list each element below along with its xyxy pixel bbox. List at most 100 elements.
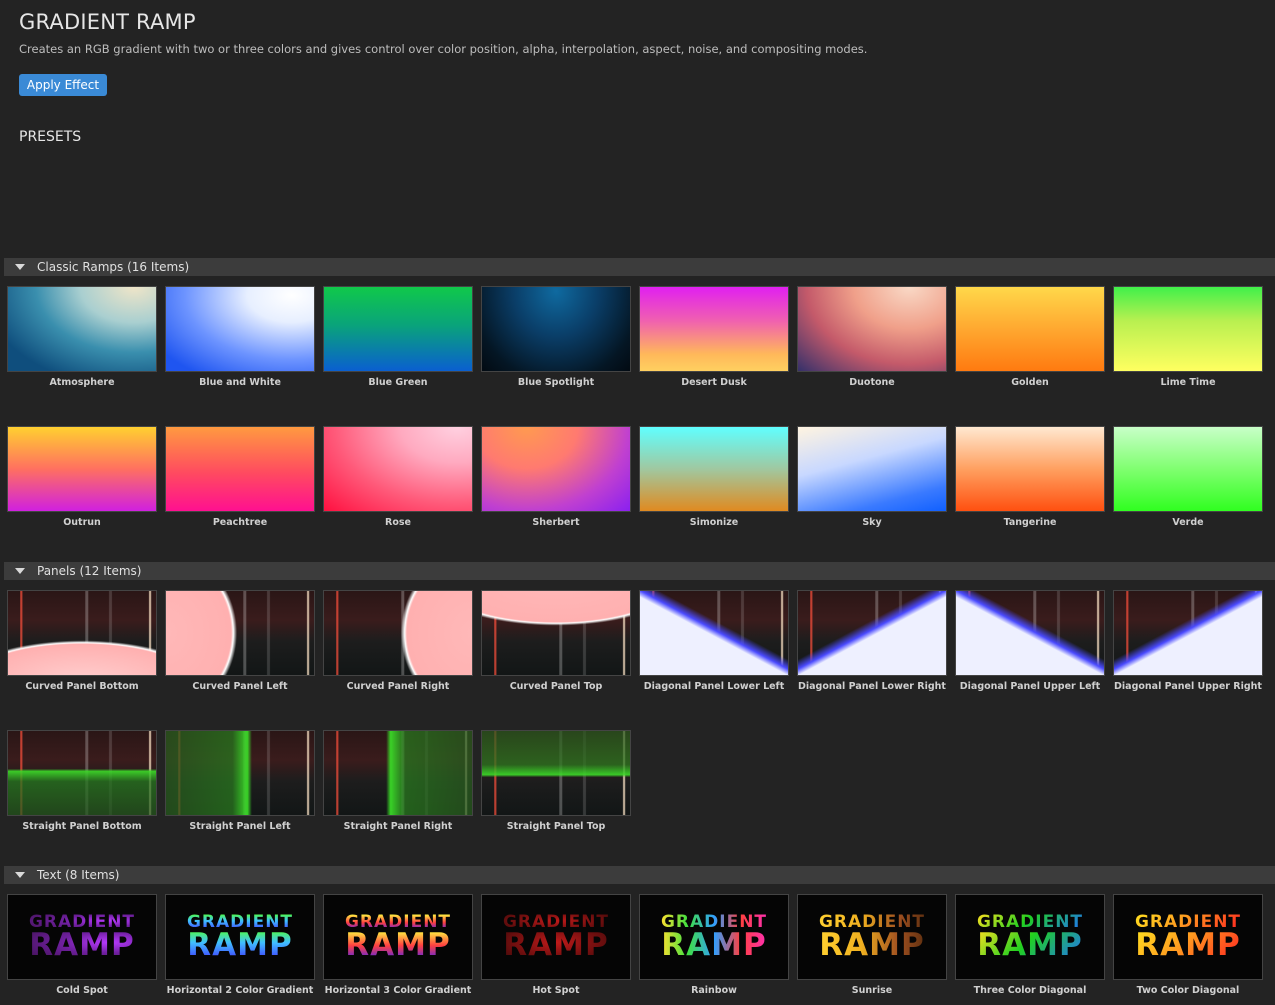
preset-thumbnail[interactable]	[165, 426, 315, 512]
preset-thumbnail[interactable]	[797, 426, 947, 512]
preset-caption: Three Color Diagonal	[973, 985, 1087, 996]
preset-thumbnail[interactable]	[1113, 286, 1263, 372]
preset-tile[interactable]: Simonize	[639, 426, 789, 528]
gradient-text-preview: GRADIENT RAMP	[166, 895, 314, 979]
preset-tile[interactable]: Rose	[323, 426, 473, 528]
preset-tile[interactable]: GRADIENT RAMP Sunrise	[797, 894, 947, 996]
preset-tile[interactable]: Blue Green	[323, 286, 473, 388]
preset-thumbnail[interactable]	[7, 426, 157, 512]
preset-tile[interactable]: Straight Panel Left	[165, 730, 315, 832]
preset-caption: Golden	[1011, 377, 1049, 388]
preset-thumbnail[interactable]	[481, 426, 631, 512]
preset-thumbnail[interactable]	[1113, 590, 1263, 676]
preset-caption: Hot Spot	[532, 985, 580, 996]
preset-tile[interactable]: Curved Panel Right	[323, 590, 473, 692]
preset-thumbnail[interactable]: GRADIENT RAMP	[165, 894, 315, 980]
preset-thumbnail[interactable]	[7, 730, 157, 816]
preset-caption: Diagonal Panel Upper Left	[959, 681, 1101, 692]
collapse-arrow-icon[interactable]	[15, 872, 25, 878]
preset-thumbnail[interactable]	[7, 590, 157, 676]
preset-thumbnail[interactable]	[797, 590, 947, 676]
preset-thumbnail[interactable]	[165, 730, 315, 816]
preset-tile[interactable]: Curved Panel Left	[165, 590, 315, 692]
preset-thumbnail[interactable]	[797, 286, 947, 372]
preset-thumbnail[interactable]	[955, 590, 1105, 676]
preset-thumbnail[interactable]: GRADIENT RAMP	[481, 894, 631, 980]
preset-tile[interactable]: Tangerine	[955, 426, 1105, 528]
preset-thumbnail[interactable]: GRADIENT RAMP	[7, 894, 157, 980]
apply-effect-button[interactable]: Apply Effect	[19, 74, 107, 96]
preset-tile[interactable]: GRADIENT RAMP Horizontal 2 Color Gradient	[165, 894, 315, 996]
preset-tile[interactable]: Straight Panel Top	[481, 730, 631, 832]
preset-tile[interactable]: Sherbert	[481, 426, 631, 528]
preset-caption: Curved Panel Right	[346, 681, 450, 692]
preset-thumbnail[interactable]	[1113, 426, 1263, 512]
preset-tile[interactable]: Golden	[955, 286, 1105, 388]
preset-tile[interactable]: Blue Spotlight	[481, 286, 631, 388]
preset-tile[interactable]: Diagonal Panel Lower Left	[639, 590, 789, 692]
section-header-text[interactable]: Text (8 Items)	[4, 866, 1275, 884]
preset-thumbnail[interactable]	[639, 590, 789, 676]
preset-tile[interactable]: Desert Dusk	[639, 286, 789, 388]
collapse-arrow-icon[interactable]	[15, 264, 25, 270]
preset-tile[interactable]: Duotone	[797, 286, 947, 388]
preset-thumbnail[interactable]: GRADIENT RAMP	[955, 894, 1105, 980]
preset-tile[interactable]: Diagonal Panel Upper Right	[1113, 590, 1263, 692]
panel-gradient-overlay	[640, 591, 788, 675]
preset-thumbnail[interactable]	[323, 426, 473, 512]
preset-tile[interactable]: Diagonal Panel Lower Right	[797, 590, 947, 692]
preset-caption: Rainbow	[691, 985, 737, 996]
preset-thumbnail[interactable]	[323, 590, 473, 676]
preset-thumbnail[interactable]	[639, 286, 789, 372]
preset-thumbnail[interactable]	[323, 730, 473, 816]
preset-thumbnail[interactable]	[165, 590, 315, 676]
preset-thumbnail[interactable]: GRADIENT RAMP	[1113, 894, 1263, 980]
section-header-panels[interactable]: Panels (12 Items)	[4, 562, 1275, 580]
preset-tile[interactable]: Outrun	[7, 426, 157, 528]
preset-thumbnail[interactable]	[955, 426, 1105, 512]
preset-tile[interactable]: Lime Time	[1113, 286, 1263, 388]
preset-tile[interactable]: Verde	[1113, 426, 1263, 528]
preset-thumbnail[interactable]	[955, 286, 1105, 372]
preset-thumbnail[interactable]	[639, 426, 789, 512]
preset-thumbnail[interactable]	[7, 286, 157, 372]
preset-tile[interactable]: GRADIENT RAMP Three Color Diagonal	[955, 894, 1105, 996]
section-label: Panels (12 Items)	[37, 564, 142, 578]
section-header-classic-ramps[interactable]: Classic Ramps (16 Items)	[4, 258, 1275, 276]
gradient-text-preview: GRADIENT RAMP	[482, 895, 630, 979]
preset-caption: Straight Panel Left	[189, 821, 291, 832]
preset-tile[interactable]: Sky	[797, 426, 947, 528]
preset-thumbnail[interactable]	[481, 730, 631, 816]
preset-caption: Rose	[385, 517, 411, 528]
preset-caption: Cold Spot	[56, 985, 108, 996]
preset-thumbnail[interactable]	[323, 286, 473, 372]
gradient-text-preview: GRADIENT RAMP	[640, 895, 788, 979]
preset-thumbnail[interactable]: GRADIENT RAMP	[639, 894, 789, 980]
preset-caption: Sherbert	[532, 517, 580, 528]
preset-tile[interactable]: GRADIENT RAMP Hot Spot	[481, 894, 631, 996]
preset-thumbnail[interactable]	[481, 590, 631, 676]
preview-text-line2: RAMP	[187, 926, 293, 963]
panel-gradient-overlay	[798, 591, 946, 675]
preset-tile[interactable]: Curved Panel Top	[481, 590, 631, 692]
panel-gradient-overlay	[324, 591, 472, 675]
preset-thumbnail[interactable]: GRADIENT RAMP	[323, 894, 473, 980]
preset-tile[interactable]: Diagonal Panel Upper Left	[955, 590, 1105, 692]
preset-tile[interactable]: GRADIENT RAMP Cold Spot	[7, 894, 157, 996]
preset-tile[interactable]: GRADIENT RAMP Two Color Diagonal	[1113, 894, 1263, 996]
preset-thumbnail[interactable]	[165, 286, 315, 372]
preset-thumbnail[interactable]	[481, 286, 631, 372]
preset-tile[interactable]: Curved Panel Bottom	[7, 590, 157, 692]
preset-tile[interactable]: Straight Panel Right	[323, 730, 473, 832]
preset-tile[interactable]: Straight Panel Bottom	[7, 730, 157, 832]
preset-tile[interactable]: Blue and White	[165, 286, 315, 388]
collapse-arrow-icon[interactable]	[15, 568, 25, 574]
page-title: GRADIENT RAMP	[19, 10, 196, 34]
preset-tile[interactable]: GRADIENT RAMP Rainbow	[639, 894, 789, 996]
preset-thumbnail[interactable]: GRADIENT RAMP	[797, 894, 947, 980]
preset-tile[interactable]: GRADIENT RAMP Horizontal 3 Color Gradient	[323, 894, 473, 996]
preset-tile[interactable]: Peachtree	[165, 426, 315, 528]
preset-tile[interactable]: Atmosphere	[7, 286, 157, 388]
preview-text-line2: RAMP	[819, 926, 925, 963]
panel-gradient-overlay	[482, 591, 630, 675]
